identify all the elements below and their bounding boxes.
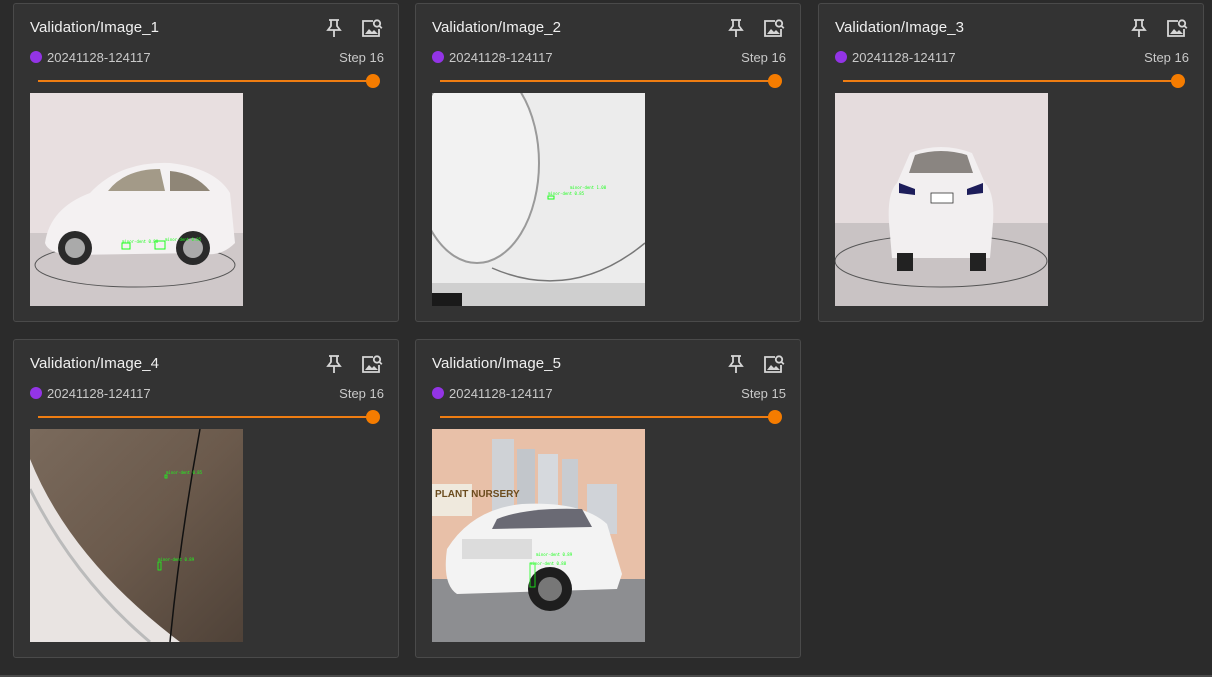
run-color-dot [30, 387, 42, 399]
pin-button[interactable] [724, 352, 748, 376]
run-row: 20241128-124117 Step 16 [30, 384, 384, 402]
image-card-5: Validation/Image_5 20241128-124117 Step … [415, 339, 801, 658]
step-label: Step 16 [339, 49, 384, 65]
detection-label-1: minor-dent 0.88 [122, 239, 159, 244]
plant-nursery-sign: PLANT NURSERY [435, 489, 520, 500]
step-label: Step 15 [741, 385, 786, 401]
image-search-icon [1167, 19, 1188, 37]
validation-image[interactable]: minor-dent 0.88 minor-dent 0.85 [30, 93, 243, 306]
run-color-dot [432, 387, 444, 399]
step-slider[interactable] [440, 74, 782, 88]
run-color-dot [835, 51, 847, 63]
step-label: Step 16 [1144, 49, 1189, 65]
run-row: 20241128-124117 Step 15 [432, 384, 786, 402]
inspect-image-button[interactable] [762, 352, 786, 376]
image-card-3: Validation/Image_3 20241128-124117 Step … [818, 3, 1204, 322]
detection-label-2: minor-dent 0.85 [165, 237, 202, 242]
pin-button[interactable] [1127, 16, 1151, 40]
step-slider-track [440, 416, 776, 418]
validation-image[interactable] [835, 93, 1048, 306]
detection-label-1: minor-dent 0.85 [166, 470, 203, 475]
step-slider-thumb[interactable] [366, 74, 380, 88]
pin-icon [326, 19, 342, 37]
card-title: Validation/Image_5 [432, 355, 562, 372]
inspect-image-button[interactable] [762, 16, 786, 40]
step-label: Step 16 [339, 385, 384, 401]
step-slider-track [843, 80, 1179, 82]
card-title: Validation/Image_4 [30, 355, 160, 372]
detection-label-2: minor-dent 0.85 [548, 191, 585, 196]
inspect-image-button[interactable] [360, 352, 384, 376]
step-slider-thumb[interactable] [1171, 74, 1185, 88]
image-card-grid: Validation/Image_1 20241128-124117 Step … [0, 0, 1212, 677]
card-title: Validation/Image_3 [835, 19, 965, 36]
run-row: 20241128-124117 Step 16 [835, 48, 1189, 66]
step-label: Step 16 [741, 49, 786, 65]
step-slider-track [38, 80, 374, 82]
step-slider[interactable] [843, 74, 1185, 88]
run-color-dot [30, 51, 42, 63]
run-name: 20241128-124117 [47, 385, 151, 401]
detection-label-2: minor-dent 0.89 [158, 557, 195, 562]
run-name: 20241128-124117 [449, 49, 553, 65]
inspect-image-button[interactable] [1165, 16, 1189, 40]
pin-button[interactable] [322, 16, 346, 40]
step-slider[interactable] [38, 74, 380, 88]
step-slider-thumb[interactable] [366, 410, 380, 424]
pin-icon [326, 355, 342, 373]
pin-button[interactable] [322, 352, 346, 376]
pin-icon [1131, 19, 1147, 37]
image-search-icon [764, 19, 785, 37]
run-name: 20241128-124117 [852, 49, 956, 65]
validation-image[interactable]: PLANT NURSERY minor-dent 0.89 minor-dent… [432, 429, 645, 642]
step-slider-thumb[interactable] [768, 74, 782, 88]
validation-image[interactable]: minor-dent 0.85 minor-dent 0.89 [30, 429, 243, 642]
validation-image[interactable]: minor-dent 1.00 minor-dent 0.85 [432, 93, 645, 306]
detection-label-2: minor-dent 0.88 [530, 561, 567, 566]
run-name: 20241128-124117 [47, 49, 151, 65]
card-title: Validation/Image_2 [432, 19, 562, 36]
image-card-1: Validation/Image_1 20241128-124117 Step … [13, 3, 399, 322]
card-title: Validation/Image_1 [30, 19, 160, 36]
image-search-icon [362, 19, 383, 37]
pin-icon [728, 19, 744, 37]
pin-icon [728, 355, 744, 373]
run-color-dot [432, 51, 444, 63]
image-search-icon [764, 355, 785, 373]
run-row: 20241128-124117 Step 16 [30, 48, 384, 66]
detection-label-1: minor-dent 1.00 [570, 185, 607, 190]
step-slider[interactable] [440, 410, 782, 424]
step-slider-track [38, 416, 374, 418]
pin-button[interactable] [724, 16, 748, 40]
step-slider-thumb[interactable] [768, 410, 782, 424]
image-card-4: Validation/Image_4 20241128-124117 Step … [13, 339, 399, 658]
step-slider[interactable] [38, 410, 380, 424]
image-card-2: Validation/Image_2 20241128-124117 Step … [415, 3, 801, 322]
inspect-image-button[interactable] [360, 16, 384, 40]
image-search-icon [362, 355, 383, 373]
detection-label-1: minor-dent 0.89 [536, 552, 573, 557]
run-name: 20241128-124117 [449, 385, 553, 401]
step-slider-track [440, 80, 776, 82]
run-row: 20241128-124117 Step 16 [432, 48, 786, 66]
